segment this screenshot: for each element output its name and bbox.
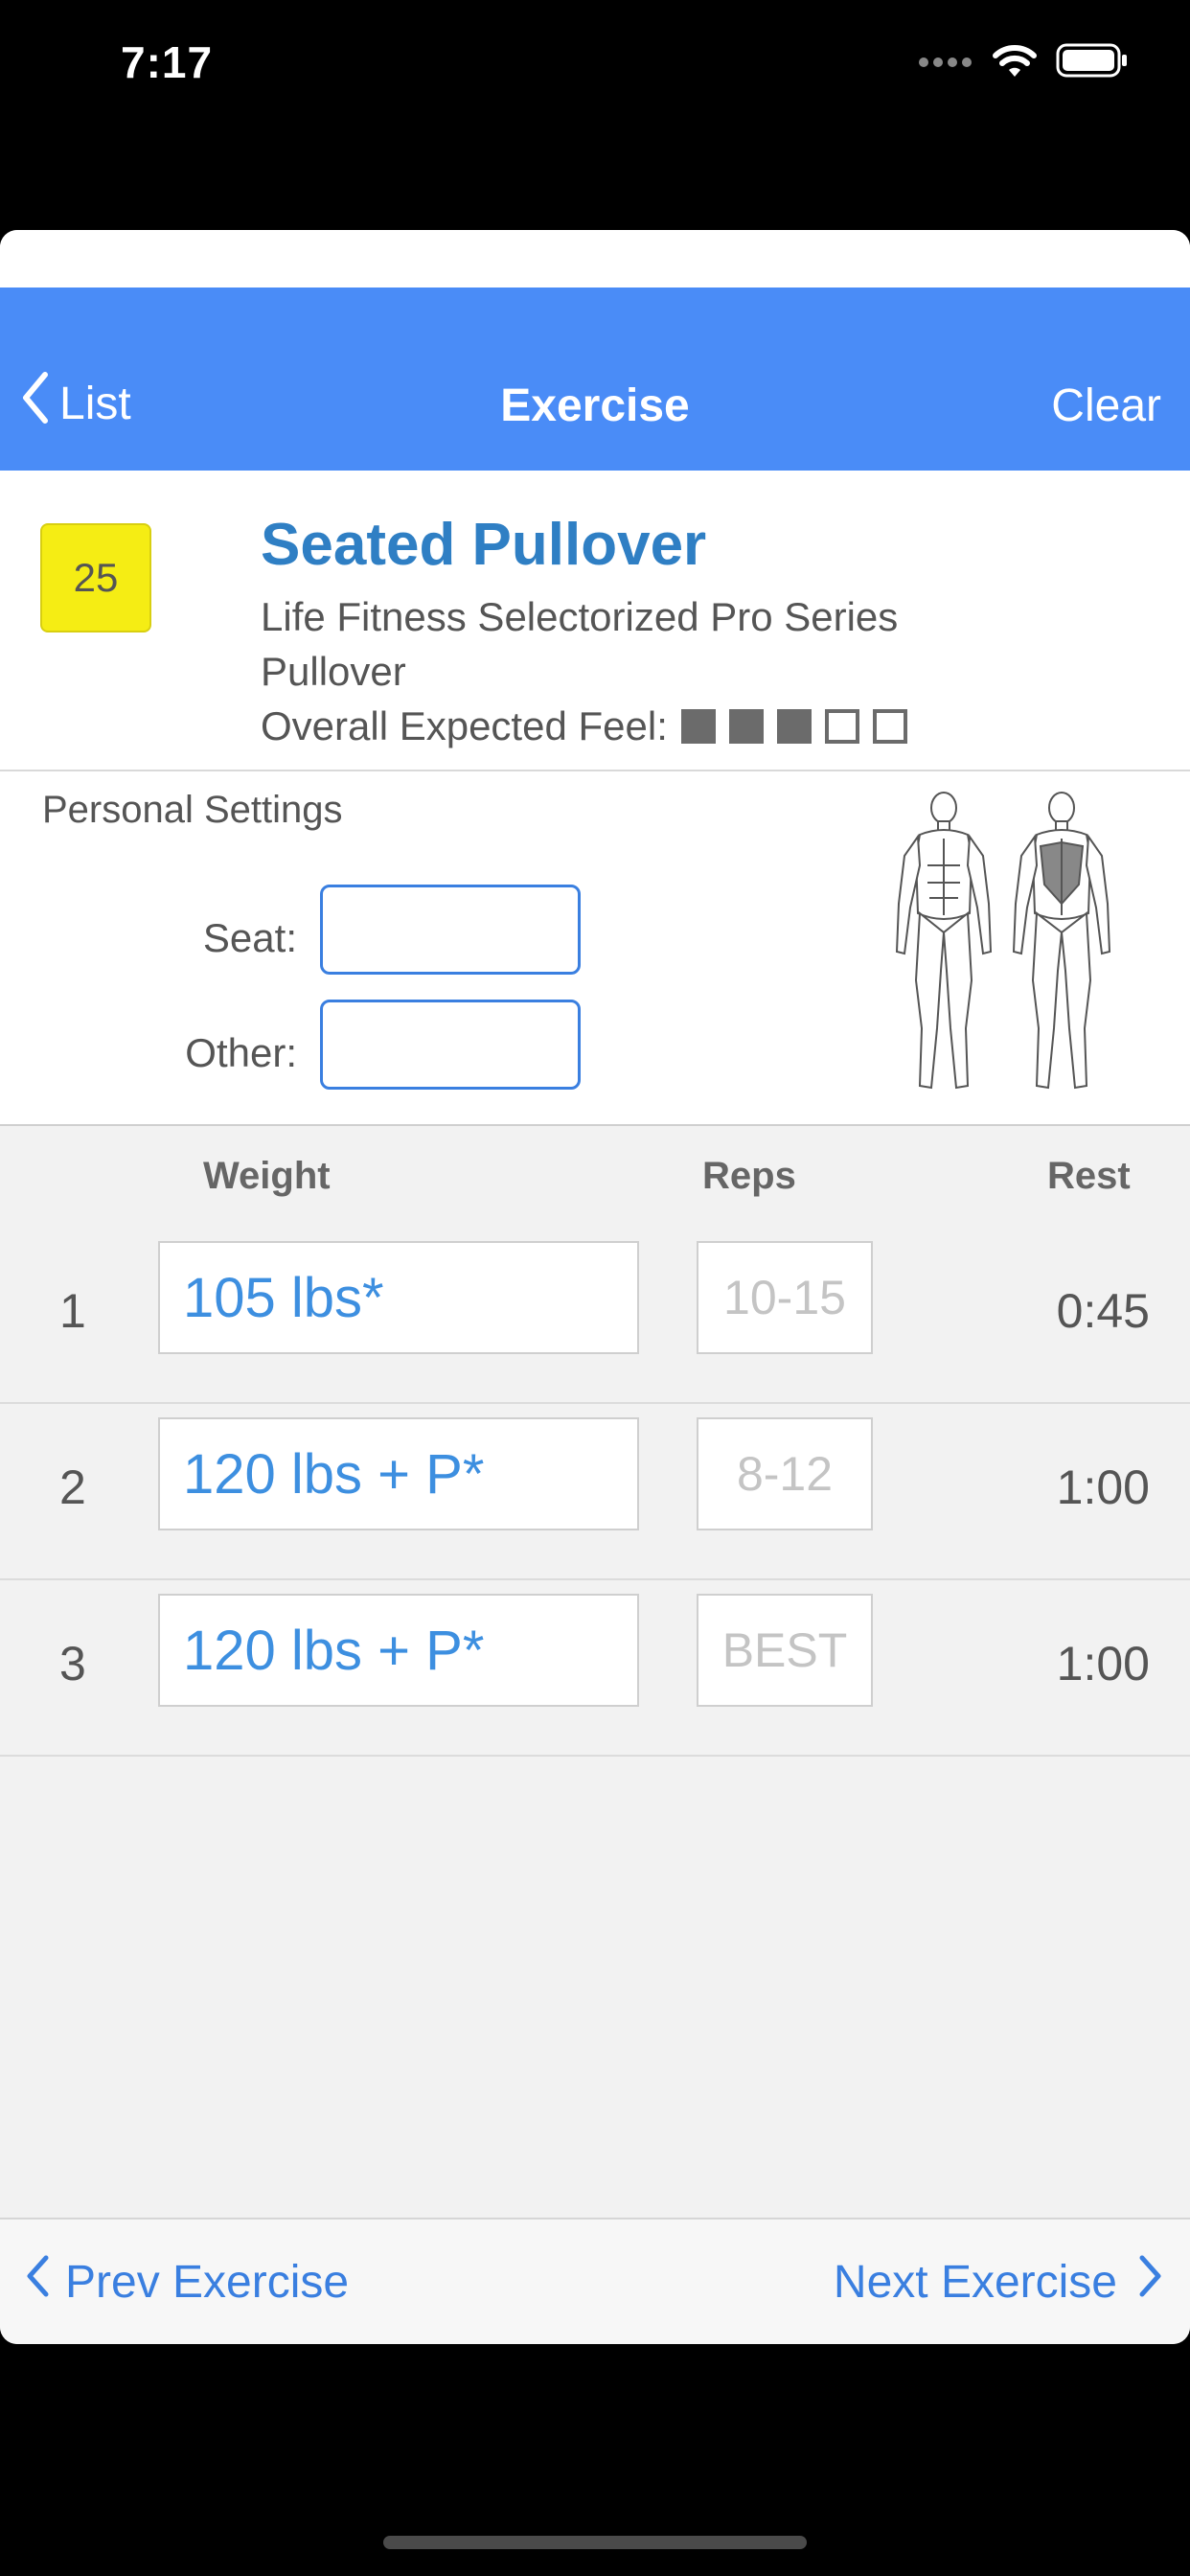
seat-label: Seat: (202, 915, 297, 960)
exercise-title: Seated Pullover (261, 512, 707, 578)
feel-square-filled (728, 708, 764, 744)
clear-button[interactable]: Clear (1051, 380, 1161, 432)
seat-input[interactable] (320, 885, 581, 975)
prev-exercise-label: Prev Exercise (65, 2256, 350, 2308)
other-label: Other: (185, 1030, 297, 1075)
nav-title: Exercise (500, 380, 690, 431)
weight-field[interactable]: 120 lbs + P* (158, 1594, 639, 1707)
wifi-icon (991, 42, 1039, 83)
status-bar: 7:17 (0, 0, 1190, 134)
table-row: 3 120 lbs + P* BEST 1:00 (0, 1580, 1190, 1757)
home-indicator[interactable] (383, 2536, 807, 2549)
rest-time: 1:00 (1056, 1637, 1150, 1690)
status-icons (918, 42, 1129, 83)
personal-settings-title: Personal Settings (42, 789, 343, 831)
reps-field[interactable]: 10-15 (697, 1241, 873, 1354)
signal-dots-icon (918, 53, 973, 73)
table-row: 1 105 lbs* 10-15 0:45 (0, 1228, 1190, 1404)
weight-field[interactable]: 105 lbs* (158, 1241, 639, 1354)
exercise-sheet: List Exercise Clear 25 Seated Pullover L… (0, 230, 1190, 2344)
weight-header: Weight (203, 1155, 331, 1197)
bottom-nav-bar: Prev Exercise Next Exercise (0, 2218, 1190, 2344)
prev-exercise-button[interactable]: Prev Exercise (25, 2254, 349, 2310)
next-exercise-button[interactable]: Next Exercise (834, 2254, 1163, 2310)
expected-feel-row: Overall Expected Feel: (261, 699, 989, 753)
rest-header: Rest (1047, 1155, 1131, 1197)
rest-time: 0:45 (1056, 1284, 1150, 1338)
exercise-equipment-line2: Pullover (261, 649, 406, 694)
sets-table: Weight Reps Rest 1 105 lbs* 10-15 0:45 2… (0, 1126, 1190, 1757)
reps-field[interactable]: 8-12 (697, 1417, 873, 1530)
exercise-number-badge: 25 (40, 523, 151, 632)
chevron-right-icon (1138, 2254, 1163, 2310)
expected-feel-label: Overall Expected Feel: (261, 703, 668, 748)
set-number: 3 (59, 1637, 86, 1690)
reps-field[interactable]: BEST (697, 1594, 873, 1707)
set-number: 1 (59, 1284, 86, 1338)
reps-header: Reps (702, 1155, 796, 1197)
battery-icon (1056, 42, 1129, 83)
personal-settings: Personal Settings Seat: Other: (0, 771, 1190, 1126)
weight-field[interactable]: 120 lbs + P* (158, 1417, 639, 1530)
set-number: 2 (59, 1460, 86, 1514)
status-time: 7:17 (121, 37, 214, 87)
nav-bar: List Exercise Clear (0, 288, 1190, 471)
feel-square-empty (824, 708, 859, 744)
sheet-top-strip (0, 230, 1190, 288)
next-exercise-label: Next Exercise (833, 2256, 1117, 2308)
sets-table-header: Weight Reps Rest (0, 1126, 1190, 1228)
feel-square-filled (776, 708, 812, 744)
exercise-equipment-line1: Life Fitness Selectorized Pro Series (261, 594, 899, 639)
exercise-subtitle: Life Fitness Selectorized Pro Series Pul… (261, 589, 989, 753)
rest-time: 1:00 (1056, 1460, 1150, 1514)
feel-square-filled (680, 708, 716, 744)
exercise-header: 25 Seated Pullover Life Fitness Selector… (0, 471, 1190, 771)
table-row: 2 120 lbs + P* 8-12 1:00 (0, 1404, 1190, 1580)
feel-square-empty (872, 708, 907, 744)
muscle-diagram-icon (895, 792, 1111, 1090)
expected-feel-rating (680, 708, 907, 744)
other-input[interactable] (320, 1000, 581, 1090)
chevron-left-icon (25, 2254, 50, 2310)
